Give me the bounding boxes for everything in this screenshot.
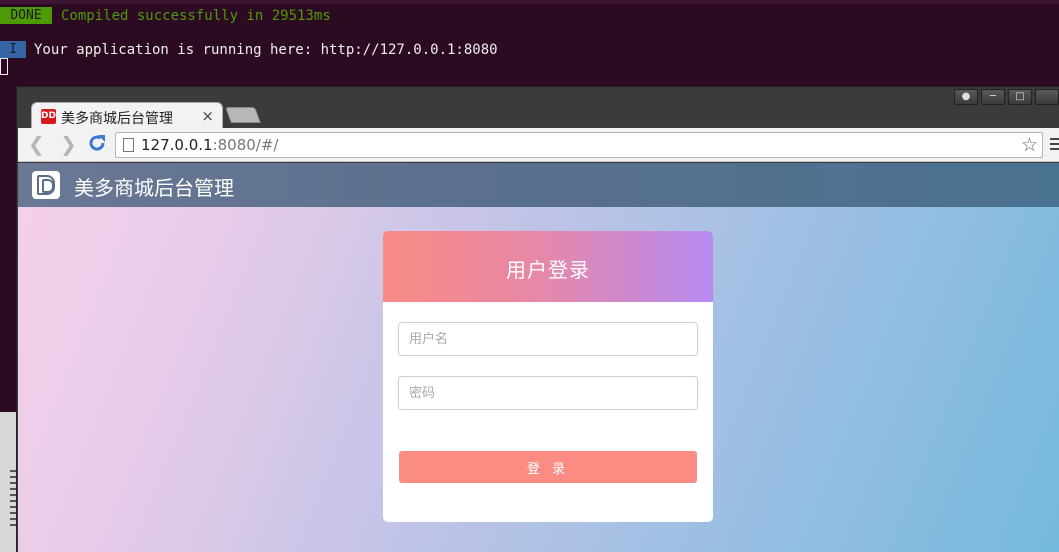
- tab-title: 美多商城后台管理: [61, 111, 173, 127]
- close-icon[interactable]: [1035, 89, 1059, 105]
- login-card: 用户登录 登 录: [383, 231, 713, 522]
- star-icon[interactable]: ☆: [1021, 134, 1038, 156]
- address-bar[interactable]: 127.0.0.1:8080/#/ ☆: [115, 132, 1043, 158]
- logo-shape-inner: [42, 179, 54, 193]
- done-badge: DONE: [0, 7, 52, 24]
- reload-icon[interactable]: [87, 133, 107, 153]
- url-path: :8080/#/: [212, 136, 279, 154]
- info-badge: I: [0, 41, 26, 58]
- login-button[interactable]: 登 录: [399, 451, 697, 483]
- user-icon[interactable]: ●: [954, 89, 978, 105]
- new-tab-button[interactable]: [225, 107, 261, 123]
- dd-logo-icon: [32, 171, 60, 199]
- running-message: Your application is running here: http:/…: [34, 42, 498, 58]
- login-card-header: 用户登录: [383, 231, 713, 302]
- maximize-icon[interactable]: □: [1008, 89, 1032, 105]
- login-heading: 用户登录: [506, 258, 590, 282]
- tab-close-icon[interactable]: ×: [201, 107, 214, 125]
- hamburger-menu-icon[interactable]: [1050, 138, 1059, 152]
- page-icon: [123, 138, 134, 152]
- username-input[interactable]: [398, 322, 698, 356]
- terminal-cursor: [0, 58, 8, 75]
- url-host: 127.0.0.1: [141, 136, 213, 154]
- chevron-left-icon[interactable]: ❮: [28, 134, 45, 154]
- app-header: 美多商城后台管理: [18, 163, 1059, 207]
- url-text[interactable]: 127.0.0.1:8080/#/: [141, 136, 278, 154]
- compile-message: Compiled successfully in 29513ms: [61, 8, 331, 24]
- terminal-topline: [0, 0, 1059, 4]
- favicon-icon: DD: [41, 109, 56, 124]
- browser-tab-active[interactable]: DD 美多商城后台管理 ×: [31, 102, 223, 129]
- window-controls: ● ─ □: [954, 89, 1059, 105]
- page-viewport: 美多商城后台管理 用户登录 登 录: [18, 163, 1059, 552]
- browser-toolbar: ❮ ❯ 127.0.0.1:8080/#/ ☆: [18, 128, 1059, 162]
- minimize-icon[interactable]: ─: [981, 89, 1005, 105]
- chevron-right-icon[interactable]: ❯: [60, 134, 77, 154]
- app-title: 美多商城后台管理: [74, 176, 234, 200]
- password-input[interactable]: [398, 376, 698, 410]
- browser-window: ● ─ □ DD 美多商城后台管理 × ❮ ❯ 127.0.0.1:8080/#…: [16, 86, 1059, 552]
